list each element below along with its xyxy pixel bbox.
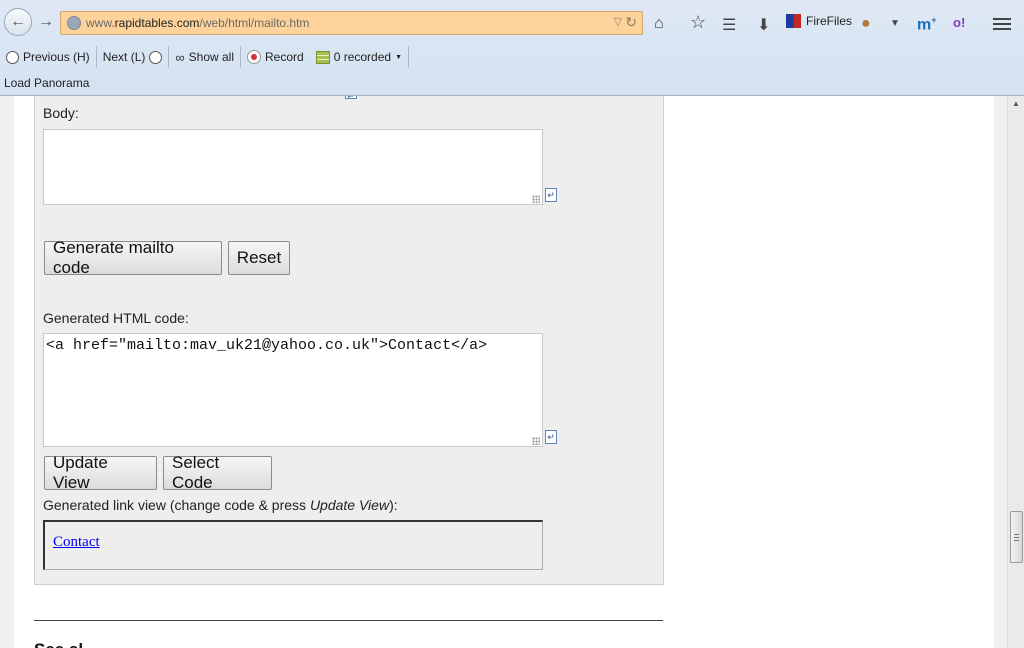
select-code-button[interactable]: Select Code — [163, 453, 272, 492]
load-panorama-link[interactable]: Load Panorama — [4, 76, 89, 90]
forward-arrow-icon: → — [38, 13, 54, 30]
clear-field-icon[interactable]: ↵ — [545, 188, 557, 202]
generate-mailto-button[interactable]: Generate mailto code — [44, 238, 222, 277]
next-label: Next (L) — [102, 50, 146, 64]
next-button[interactable]: Next (L) — [97, 45, 169, 69]
clear-field-icon[interactable]: ↵ — [545, 430, 557, 444]
see-also-heading: See al — [34, 640, 83, 648]
record-label: Record — [265, 50, 304, 64]
hamburger-menu-icon[interactable] — [993, 18, 1011, 33]
generated-code-textarea[interactable]: <a href="mailto:mav_uk21@yahoo.co.uk">Co… — [43, 333, 543, 447]
addon-cup-icon[interactable]: ● — [861, 15, 871, 33]
back-arrow-icon: ← — [10, 13, 26, 30]
chevron-down-icon[interactable]: ▼ — [890, 18, 900, 29]
previous-label: Previous (H) — [23, 50, 90, 64]
m-plus-addon-icon[interactable]: m+ — [917, 15, 937, 34]
back-button[interactable]: ← — [4, 8, 32, 36]
firefiles-icon — [786, 14, 801, 28]
page-viewport: ↵ Body: ↵ Generate mailto code Reset Gen… — [0, 96, 1007, 648]
yahoo-icon[interactable]: o! — [953, 15, 965, 30]
address-bar[interactable]: www.rapidtables.com/web/html/mailto.htm … — [60, 11, 643, 35]
update-view-button[interactable]: Update View — [44, 453, 157, 492]
scroll-up-arrow-icon[interactable]: ▲ — [1012, 99, 1020, 108]
reset-button[interactable]: Reset — [228, 241, 290, 275]
show-all-button[interactable]: ∞ Show all — [169, 45, 240, 69]
addon-toolbar: Previous (H) Next (L) ∞ Show all Record … — [0, 44, 1024, 70]
body-textarea[interactable] — [43, 129, 543, 205]
contact-link[interactable]: Contact — [53, 534, 100, 551]
body-label: Body: — [43, 105, 79, 121]
section-divider — [34, 620, 663, 621]
previous-button[interactable]: Previous (H) — [0, 45, 96, 69]
recorded-dropdown[interactable]: 0 recorded ▼ — [310, 45, 408, 69]
firefiles-button[interactable]: FireFiles — [786, 14, 852, 28]
next-icon — [149, 50, 163, 64]
link-preview-box: Contact — [43, 520, 543, 570]
record-icon — [247, 50, 262, 64]
resize-grip-icon[interactable] — [532, 437, 540, 445]
generated-code-label: Generated HTML code: — [43, 310, 189, 326]
chevron-down-icon: ▼ — [395, 53, 403, 61]
recorded-list-icon — [315, 50, 330, 64]
show-all-label: Show all — [188, 50, 235, 64]
scrollbar-thumb[interactable] — [1010, 511, 1023, 563]
toolbar-divider — [408, 46, 410, 68]
record-button[interactable]: Record — [241, 45, 310, 69]
generated-code-value: <a href="mailto:mav_uk21@yahoo.co.uk">Co… — [46, 337, 488, 354]
page-content: ↵ Body: ↵ Generate mailto code Reset Gen… — [14, 96, 994, 648]
url-dropdown-icon[interactable]: ▽ — [614, 15, 622, 28]
url-text: www.rapidtables.com/web/html/mailto.htm — [86, 16, 310, 30]
navigation-bar: ← → www.rapidtables.com/web/html/mailto.… — [0, 6, 1024, 40]
vertical-scrollbar[interactable]: ▲ — [1007, 96, 1024, 648]
previous-icon — [6, 50, 19, 64]
site-identity-icon[interactable] — [67, 16, 81, 30]
resize-grip-icon[interactable] — [532, 195, 540, 203]
mailto-generator-panel: ↵ Body: ↵ Generate mailto code Reset Gen… — [34, 96, 664, 585]
home-icon[interactable]: ⌂ — [654, 15, 664, 33]
bookmark-star-icon[interactable]: ☆ — [690, 12, 706, 33]
browser-chrome: ← → www.rapidtables.com/web/html/mailto.… — [0, 0, 1024, 96]
recorded-label: 0 recorded — [333, 50, 392, 64]
forward-button[interactable]: → — [34, 10, 58, 34]
download-icon[interactable]: ⬇ — [757, 15, 770, 35]
clear-field-icon[interactable]: ↵ — [345, 96, 357, 101]
firefiles-label: FireFiles — [806, 14, 853, 28]
link-view-label: Generated link view (change code & press… — [43, 497, 398, 513]
reload-icon[interactable]: ↻ — [625, 14, 637, 31]
reading-list-icon[interactable]: ☰ — [722, 15, 736, 35]
glasses-icon: ∞ — [175, 49, 185, 65]
